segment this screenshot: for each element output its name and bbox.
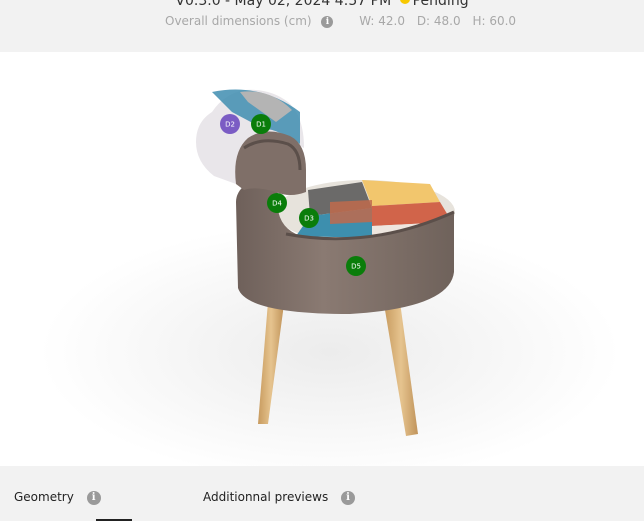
dimension-height: H: 60.0	[472, 14, 517, 28]
hotspot-d2-label: D2	[225, 121, 235, 129]
dimension-width: W: 42.0	[359, 14, 405, 28]
tab-geometry[interactable]: Geometry i	[14, 490, 101, 505]
info-icon[interactable]: i	[321, 16, 334, 28]
hotspot-d5-label: D5	[351, 263, 361, 271]
tab-previews-label: Additionnal previews	[203, 490, 329, 504]
hotspot-d2[interactable]: D2	[220, 114, 240, 134]
hotspot-d4[interactable]: D4	[267, 193, 287, 213]
hotspot-d5[interactable]: D5	[346, 256, 366, 276]
hotspot-d1[interactable]: D1	[251, 114, 271, 134]
status-label: Pending	[412, 0, 469, 9]
overall-dimensions: Overall dimensions (cm) i W: 42.0 D: 48.…	[165, 14, 524, 28]
chair-render: D2 D1 D4 D3 D5	[40, 89, 620, 466]
tab-additional-previews[interactable]: Additionnal previews i	[203, 490, 356, 505]
tab-bar: Geometry i Additionnal previews i	[0, 466, 644, 521]
dimensions-label: Overall dimensions (cm)	[165, 14, 312, 28]
hotspot-d4-label: D4	[272, 200, 282, 208]
dimension-depth: D: 48.0	[416, 14, 461, 28]
product-3d-viewer[interactable]: D2 D1 D4 D3 D5	[0, 52, 644, 466]
info-icon[interactable]: i	[341, 491, 356, 505]
version-label: V0.3.0 - May 02, 2024 4:57 PM	[175, 0, 392, 9]
header: V0.3.0 - May 02, 2024 4:57 PM Pending Ov…	[0, 0, 644, 52]
hotspot-d3-label: D3	[304, 215, 314, 223]
version-status-line: V0.3.0 - May 02, 2024 4:57 PM Pending	[0, 0, 644, 9]
tab-geometry-label: Geometry	[14, 490, 74, 504]
info-icon[interactable]: i	[86, 491, 101, 505]
hotspot-d3[interactable]: D3	[299, 208, 319, 228]
hotspot-d1-label: D1	[256, 121, 266, 129]
status-dot-icon	[399, 0, 410, 4]
